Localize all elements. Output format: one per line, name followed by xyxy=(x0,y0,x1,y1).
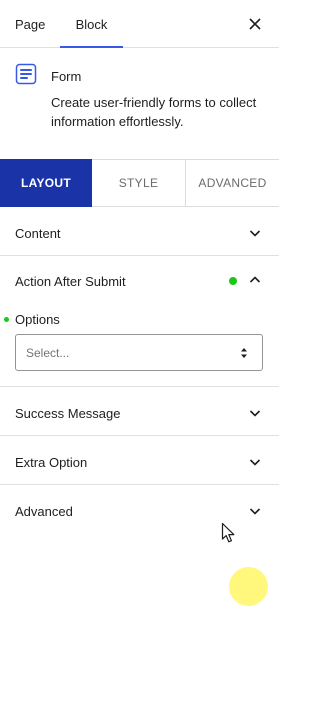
chevron-up-icon[interactable] xyxy=(249,274,261,286)
panel-success-message-title: Success Message xyxy=(15,406,121,421)
options-label: Options xyxy=(15,312,60,327)
block-description: Create user-friendly forms to collect in… xyxy=(51,95,257,129)
panel-success-message[interactable]: Success Message xyxy=(0,387,279,436)
block-name: Form xyxy=(51,69,82,84)
click-highlight xyxy=(229,567,268,606)
options-status-dot xyxy=(4,317,9,322)
panel-advanced-title: Advanced xyxy=(15,504,73,519)
tab-advanced[interactable]: ADVANCED xyxy=(186,160,279,206)
tab-style[interactable]: STYLE xyxy=(92,160,186,206)
chevron-down-icon xyxy=(249,230,261,237)
block-card: Form Create user-friendly forms to colle… xyxy=(0,49,279,159)
panel-content[interactable]: Content xyxy=(0,207,279,256)
panel-extra-option-title: Extra Option xyxy=(15,455,88,470)
close-icon[interactable] xyxy=(245,14,265,34)
chevron-down-icon xyxy=(249,410,261,417)
tab-page[interactable]: Page xyxy=(15,0,45,48)
tab-layout[interactable]: LAYOUT xyxy=(0,159,92,207)
settings-tabs: LAYOUT STYLE ADVANCED xyxy=(0,159,279,207)
status-dot xyxy=(229,277,237,285)
panel-advanced[interactable]: Advanced xyxy=(0,485,279,535)
select-value: Select... xyxy=(26,346,70,360)
chevron-down-icon xyxy=(249,459,261,466)
sidebar-header: Page Block xyxy=(0,0,279,48)
chevron-down-icon xyxy=(249,508,261,515)
panel-content-title: Content xyxy=(15,226,61,241)
tab-block[interactable]: Block xyxy=(60,0,123,48)
panel-extra-option[interactable]: Extra Option xyxy=(0,436,279,485)
form-icon xyxy=(15,63,37,85)
mouse-cursor-icon xyxy=(221,522,235,543)
select-arrows-icon xyxy=(241,348,247,358)
panel-action-after-submit-title[interactable]: Action After Submit xyxy=(15,274,126,289)
options-select[interactable]: Select... xyxy=(15,334,263,371)
